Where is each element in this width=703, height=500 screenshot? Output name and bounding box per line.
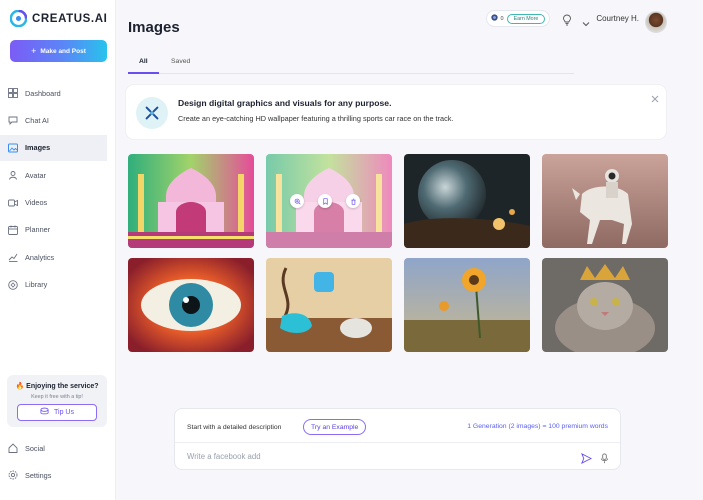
make-and-post-button[interactable]: + Make and Post [10,40,107,62]
gallery-image[interactable] [128,258,254,352]
sidebar-item-chat-ai[interactable]: Chat AI [0,107,107,133]
sidebar-item-social[interactable]: Social [0,435,107,461]
brand-name: CREATUS.AI [32,12,108,25]
coins-icon [40,407,49,418]
composer-hint: Start with a detailed description [187,424,282,431]
trash-icon [350,192,357,210]
sidebar-item-label: Chat AI [25,115,49,125]
main-content: Images 0 Earn More Courtney H. All Saved [116,0,703,500]
chevron-down-icon[interactable] [582,15,590,26]
melting-watches-image [266,258,392,352]
image-icon [8,143,18,153]
library-icon [8,279,18,290]
gear-icon [8,470,18,480]
tip-us-button[interactable]: Tip Us [17,404,97,421]
sidebar-item-label: Images [25,143,51,153]
sidebar-item-label: Analytics [25,252,55,262]
user-name[interactable]: Courtney H. [596,14,639,23]
gallery-image-hovered[interactable] [266,154,392,248]
active-tab-indicator [128,72,159,74]
calendar-icon [8,225,18,235]
tab-bar: All Saved [128,54,574,74]
close-icon[interactable] [650,91,660,103]
credits-widget: 0 Earn More [485,10,551,27]
creatus-logo-icon [9,9,28,28]
sidebar-item-analytics[interactable]: Analytics [0,244,107,270]
prompt-composer: Start with a detailed description Try an… [174,408,621,470]
sidebar-item-label: Planner [25,225,51,235]
user-avatar[interactable] [645,11,667,33]
top-bar: 0 Earn More Courtney H. [485,10,667,27]
tab-all[interactable]: All [139,58,148,65]
dashboard-icon [8,88,18,98]
sidebar-item-label: Videos [25,198,48,208]
sunflower-field-image [404,258,530,352]
promo-title-text: Enjoying the service? [26,383,99,390]
sidebar-item-settings[interactable]: Settings [0,462,107,488]
tab-saved[interactable]: Saved [171,58,190,65]
zoom-in-button[interactable] [290,194,304,208]
earn-more-button[interactable]: Earn More [506,13,546,24]
colorful-eye-image [128,258,254,352]
cat-crown-image [542,258,668,352]
taj-mahal-image [128,154,254,248]
social-icon [8,443,18,453]
gallery-image[interactable] [128,154,254,248]
prompt-suggestion-banner: Design digital graphics and visuals for … [126,85,666,139]
promo-title: 🔥 Enjoying the service? [7,382,107,390]
sidebar-item-planner[interactable]: Planner [0,217,107,243]
tip-us-label: Tip Us [54,409,74,416]
promo-subtitle: Keep it free with a tip! [31,394,83,400]
sidebar-item-videos[interactable]: Videos [0,190,107,216]
logo[interactable]: CREATUS.AI [9,9,108,28]
sidebar-item-dashboard[interactable]: Dashboard [0,80,107,106]
send-icon[interactable] [581,451,593,465]
make-and-post-label: Make and Post [40,47,86,55]
lightbulb-icon[interactable] [561,13,573,25]
analytics-icon [8,252,18,263]
credits-icon [490,14,498,23]
composer-toolbar: Start with a detailed description Try an… [175,409,620,443]
save-image-button[interactable] [318,194,332,208]
fantasy-planet-image [404,154,530,248]
sidebar-item-library[interactable]: Library [0,272,107,298]
sidebar-nav: Dashboard Chat AI Images Avatar Videos P… [0,80,107,299]
generation-cost-info: 1 Generation (2 images) = 100 premium wo… [467,423,608,430]
credits-count: 0 [500,15,504,22]
sidebar-item-images[interactable]: Images [0,134,107,161]
video-icon [8,198,18,208]
chat-icon [8,115,18,126]
banner-subtitle[interactable]: Create an eye-catching HD wallpaper feat… [178,114,453,123]
astronaut-horse-image [542,154,668,248]
try-example-button[interactable]: Try an Example [303,419,367,435]
sidebar-item-label: Dashboard [25,88,61,98]
gallery-image[interactable] [404,154,530,248]
sidebar: CREATUS.AI + Make and Post Dashboard Cha… [0,0,116,500]
gallery-image[interactable] [404,258,530,352]
sidebar-item-label: Library [25,280,48,290]
microphone-icon[interactable] [599,451,610,464]
sidebar-bottom-nav: Social Settings [0,435,107,490]
image-actions [290,194,360,208]
avatar-icon [8,170,18,180]
gallery-image[interactable] [542,154,668,248]
page-title: Images [128,19,180,36]
sidebar-item-label: Settings [25,470,52,480]
sidebar-item-label: Social [25,443,45,453]
bookmark-icon [322,192,329,210]
gallery-image[interactable] [266,258,392,352]
banner-title: Design digital graphics and visuals for … [178,98,392,108]
sidebar-item-label: Avatar [25,170,46,180]
image-gallery [128,154,668,352]
zoom-in-icon [294,192,301,210]
fire-icon: 🔥 [15,383,25,390]
delete-image-button[interactable] [346,194,360,208]
design-tools-icon [136,97,168,129]
plus-icon: + [31,45,37,56]
prompt-input[interactable]: Write a facebook add [187,452,261,461]
sidebar-item-avatar[interactable]: Avatar [0,162,107,188]
gallery-image[interactable] [542,258,668,352]
tip-promo-card: 🔥 Enjoying the service? Keep it free wit… [7,375,107,427]
